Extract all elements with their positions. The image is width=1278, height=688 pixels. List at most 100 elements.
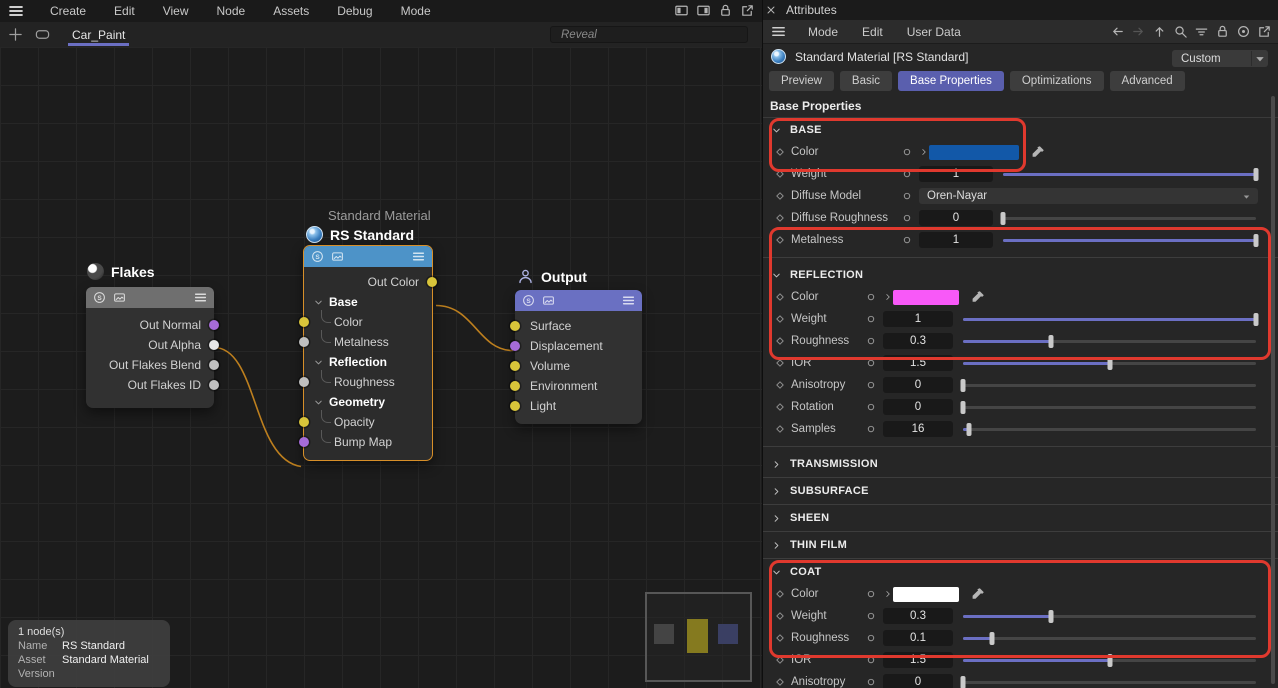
keyframe-diamond-icon[interactable] — [769, 610, 791, 622]
panel-menu-mode[interactable]: Mode — [796, 25, 850, 39]
out-color-port[interactable] — [427, 277, 437, 287]
main-menu-icon[interactable] — [6, 3, 26, 19]
slider-handle[interactable] — [1107, 357, 1112, 370]
connection-circle-icon[interactable] — [865, 379, 883, 391]
section-header-transmission[interactable]: TRANSMISSION — [763, 453, 1278, 475]
popout-icon[interactable] — [1257, 24, 1272, 39]
metalness-value-input[interactable]: 1 — [919, 232, 993, 248]
eyedropper-icon[interactable] — [970, 586, 986, 602]
slider-handle[interactable] — [1048, 610, 1053, 623]
keyframe-diamond-icon[interactable] — [769, 379, 791, 391]
connection-circle-icon[interactable] — [865, 610, 883, 622]
metalness-port[interactable] — [299, 337, 309, 347]
popout-icon[interactable] — [740, 3, 755, 18]
color-port[interactable] — [299, 317, 309, 327]
slider-handle[interactable] — [966, 423, 971, 436]
rs-preview-icon[interactable] — [331, 250, 344, 263]
slider-handle[interactable] — [961, 379, 966, 392]
bump-map-port[interactable] — [299, 437, 309, 447]
menu-item-debug[interactable]: Debug — [323, 4, 386, 18]
tab-basic[interactable]: Basic — [840, 71, 892, 91]
diffuse-model-dropdown[interactable]: Oren-Nayar — [919, 188, 1258, 204]
attributes-tab-title[interactable]: Attributes — [786, 3, 837, 17]
reflection-color-swatch[interactable] — [893, 290, 959, 305]
keyframe-diamond-icon[interactable] — [769, 401, 791, 413]
output-node[interactable]: S SurfaceDisplacementVolumeEnvironmentLi… — [515, 290, 642, 424]
surface-port[interactable] — [510, 321, 520, 331]
ior-value-input[interactable]: 1.5 — [883, 355, 953, 371]
roughness-value-input[interactable]: 0.3 — [883, 333, 953, 349]
keyframe-diamond-icon[interactable] — [769, 291, 791, 303]
section-header-reflection[interactable]: REFLECTION — [763, 264, 1278, 286]
rs-group-geometry[interactable]: Geometry — [304, 392, 432, 412]
target-icon[interactable] — [1236, 24, 1251, 39]
rotation-value-input[interactable]: 0 — [883, 399, 953, 415]
flakes-preview-icon[interactable] — [113, 291, 126, 304]
menu-item-assets[interactable]: Assets — [259, 4, 323, 18]
anisotropy-value-input[interactable]: 0 — [883, 674, 953, 688]
keyframe-diamond-icon[interactable] — [769, 313, 791, 325]
out-alpha-port[interactable] — [209, 340, 219, 350]
slider-handle[interactable] — [1001, 212, 1006, 225]
ior-value-input[interactable]: 1.5 — [883, 652, 953, 668]
tab-preview[interactable]: Preview — [769, 71, 834, 91]
rs-menu-icon[interactable] — [412, 250, 425, 263]
wire-outcolor-to-surface[interactable] — [436, 306, 513, 351]
samples-slider[interactable] — [963, 423, 1256, 436]
lock-icon[interactable] — [1215, 24, 1230, 39]
minimap[interactable] — [645, 592, 752, 682]
rotation-slider[interactable] — [963, 401, 1256, 414]
connection-circle-icon[interactable] — [901, 146, 919, 158]
menu-item-mode[interactable]: Mode — [387, 4, 445, 18]
rs-standard-node[interactable]: S Out ColorBaseColorMetalnessReflectionR… — [303, 245, 433, 461]
add-material-icon[interactable] — [8, 27, 23, 42]
keyframe-diamond-icon[interactable] — [769, 357, 791, 369]
anisotropy-slider[interactable] — [963, 676, 1256, 688]
output-solo-icon[interactable]: S — [522, 294, 535, 307]
out-flakes-id-port[interactable] — [209, 380, 219, 390]
preset-dropdown[interactable]: Custom — [1172, 50, 1268, 67]
keyframe-diamond-icon[interactable] — [769, 190, 791, 202]
slider-handle[interactable] — [1048, 335, 1053, 348]
slider-handle[interactable] — [1254, 234, 1259, 247]
keyframe-diamond-icon[interactable] — [769, 423, 791, 435]
weight-slider[interactable] — [963, 313, 1256, 326]
anisotropy-value-input[interactable]: 0 — [883, 377, 953, 393]
keyframe-diamond-icon[interactable] — [769, 588, 791, 600]
menu-item-view[interactable]: View — [149, 4, 203, 18]
panel-menu-edit[interactable]: Edit — [850, 25, 895, 39]
slider-handle[interactable] — [1254, 168, 1259, 181]
rs-group-reflection[interactable]: Reflection — [304, 352, 432, 372]
connection-circle-icon[interactable] — [865, 632, 883, 644]
up-icon[interactable] — [1152, 24, 1167, 39]
opacity-port[interactable] — [299, 417, 309, 427]
connection-circle-icon[interactable] — [865, 291, 883, 303]
connection-circle-icon[interactable] — [865, 335, 883, 347]
weight-value-input[interactable]: 1 — [883, 311, 953, 327]
keyframe-diamond-icon[interactable] — [769, 212, 791, 224]
flakes-menu-icon[interactable] — [194, 291, 207, 304]
tab-advanced[interactable]: Advanced — [1110, 71, 1185, 91]
connection-circle-icon[interactable] — [865, 676, 883, 688]
connection-circle-icon[interactable] — [865, 654, 883, 666]
connection-circle-icon[interactable] — [865, 588, 883, 600]
wire-outnormal-to-bumpmap[interactable] — [214, 348, 301, 467]
search-icon[interactable] — [1173, 24, 1188, 39]
anisotropy-slider[interactable] — [963, 379, 1256, 392]
split-left-icon[interactable] — [674, 3, 689, 18]
output-menu-icon[interactable] — [622, 294, 635, 307]
slider-handle[interactable] — [1107, 654, 1112, 667]
menu-item-edit[interactable]: Edit — [100, 4, 149, 18]
menu-item-node[interactable]: Node — [203, 4, 260, 18]
roughness-slider[interactable] — [963, 335, 1256, 348]
connection-circle-icon[interactable] — [901, 190, 919, 202]
out-flakes-blend-port[interactable] — [209, 360, 219, 370]
samples-value-input[interactable]: 16 — [883, 421, 953, 437]
ior-slider[interactable] — [963, 357, 1256, 370]
flakes-node[interactable]: S Out NormalOut AlphaOut Flakes BlendOut… — [86, 287, 214, 408]
eyedropper-icon[interactable] — [1030, 144, 1046, 160]
connection-circle-icon[interactable] — [901, 234, 919, 246]
section-header-subsurface[interactable]: SUBSURFACE — [763, 480, 1278, 502]
ior-slider[interactable] — [963, 654, 1256, 667]
light-port[interactable] — [510, 401, 520, 411]
